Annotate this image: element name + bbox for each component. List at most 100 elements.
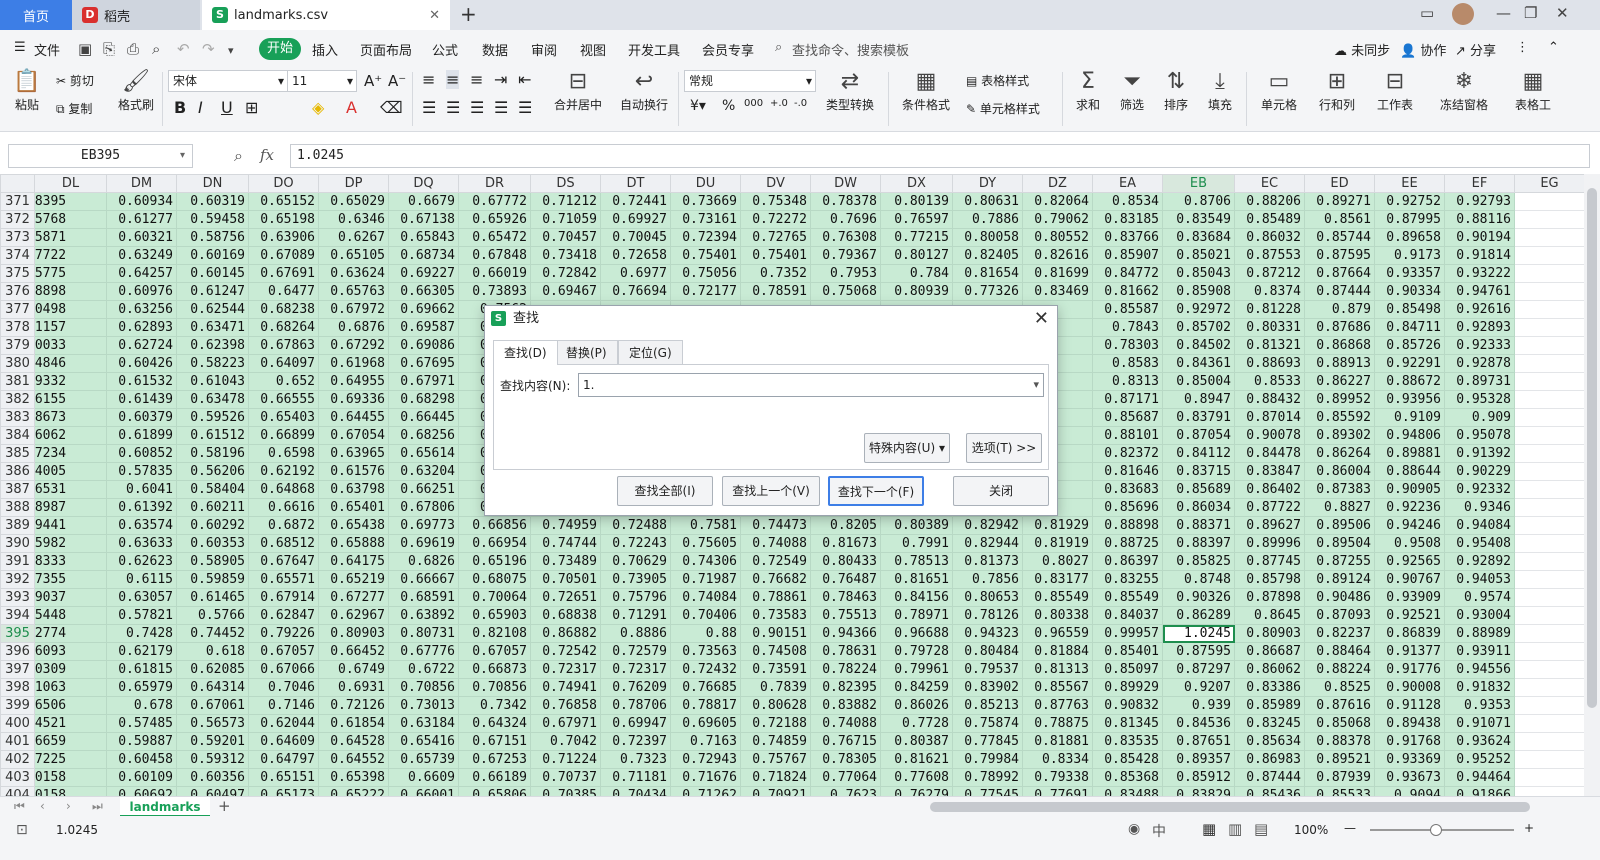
grid-cell[interactable]: 0.67292	[318, 336, 389, 355]
align-bottom-icon[interactable]: ≡	[470, 70, 483, 89]
grid-cell[interactable]: 0.77215	[880, 228, 953, 247]
grid-cell[interactable]: 0.652	[248, 372, 319, 391]
grid-cell[interactable]: 0.90194	[1444, 228, 1515, 247]
grid-cell[interactable]: 0.67151	[458, 732, 531, 751]
grid-cell[interactable]	[1514, 228, 1585, 247]
grid-cell[interactable]: 50309	[34, 660, 107, 679]
grid-cell[interactable]: 0.86004	[1304, 462, 1375, 481]
row-header[interactable]: 395	[0, 624, 35, 643]
grid-cell[interactable]: 55871	[34, 228, 107, 247]
grid-cell[interactable]: 50498	[34, 300, 107, 319]
grid-cell[interactable]: 0.65196	[458, 552, 531, 571]
grid-cell[interactable]: 0.88	[670, 624, 741, 643]
grid-cell[interactable]: 0.85401	[1092, 642, 1163, 661]
grid-cell[interactable]: 0.618	[176, 642, 249, 661]
grid-cell[interactable]: 0.82372	[1092, 444, 1163, 463]
row-header[interactable]: 397	[0, 660, 35, 679]
cell-style-button[interactable]: ✎ 单元格样式	[966, 100, 1040, 117]
paste-button[interactable]: 📋 粘贴	[10, 68, 44, 113]
grid-cell[interactable]: 0.94464	[1444, 768, 1515, 787]
grid-cell[interactable]: 0.64257	[106, 264, 177, 283]
grid-cell[interactable]: 0.90229	[1444, 462, 1515, 481]
grid-cell[interactable]: 0.81313	[1022, 660, 1093, 679]
menu-start[interactable]: 开始	[259, 38, 301, 60]
grid-cell[interactable]: 0.85489	[1234, 210, 1305, 229]
chevron-down-icon[interactable]: ▾	[180, 150, 185, 161]
grid-cell[interactable]: 0.71224	[530, 750, 601, 769]
grid-cell[interactable]	[1514, 210, 1585, 229]
grid-cell[interactable]: 0.87995	[1374, 210, 1445, 229]
grid-cell[interactable]: 0.64552	[318, 750, 389, 769]
grid-cell[interactable]: 0.73418	[530, 246, 601, 265]
grid-cell[interactable]: 57355	[34, 570, 107, 589]
grid-cell[interactable]: 0.84478	[1234, 444, 1305, 463]
grid-cell[interactable]: 0.80331	[1234, 318, 1305, 337]
grid-cell[interactable]: 0.60976	[106, 282, 177, 301]
grid-cell[interactable]	[1514, 336, 1585, 355]
grid-cell[interactable]: 0.85004	[1162, 372, 1235, 391]
grid-cell[interactable]	[1514, 282, 1585, 301]
grid-cell[interactable]: 0.62623	[106, 552, 177, 571]
grid-cell[interactable]: 0.62085	[176, 660, 249, 679]
grid-cell[interactable]: 0.87212	[1234, 264, 1305, 283]
grid-cell[interactable]: 54005	[34, 462, 107, 481]
grid-cell[interactable]: 0.84112	[1162, 444, 1235, 463]
grid-cell[interactable]: 54521	[34, 714, 107, 733]
grid-cell[interactable]: 0.61512	[176, 426, 249, 445]
grid-cell[interactable]: 0.72394	[670, 228, 741, 247]
export-icon[interactable]: ⎘	[103, 40, 115, 58]
align-left-icon[interactable]: ☰	[422, 98, 436, 117]
grid-cell[interactable]: 0.85213	[952, 696, 1023, 715]
grid-cell[interactable]: 58333	[34, 552, 107, 571]
grid-cell[interactable]	[1514, 372, 1585, 391]
grid-cell[interactable]	[1514, 516, 1585, 535]
grid-cell[interactable]: 0.879	[1304, 300, 1375, 319]
grid-cell[interactable]: 0.88432	[1234, 390, 1305, 409]
grid-cell[interactable]: 0.82108	[458, 624, 531, 643]
grid-cell[interactable]: 0.83766	[1092, 228, 1163, 247]
grid-cell[interactable]: 0.66445	[388, 408, 459, 427]
row-header[interactable]: 378	[0, 318, 35, 337]
grid-cell[interactable]: 0.64324	[458, 714, 531, 733]
grid-cell[interactable]: 0.69605	[670, 714, 741, 733]
grid-cell[interactable]: 0.77326	[952, 282, 1023, 301]
grid-cell[interactable]: 0.784	[880, 264, 953, 283]
grid-cell[interactable]: 0.70501	[530, 570, 601, 589]
grid-cell[interactable]: 0.80731	[388, 624, 459, 643]
restore-icon[interactable]: ❐	[1524, 4, 1537, 22]
grid-cell[interactable]: 0.65152	[248, 192, 319, 211]
row-header[interactable]: 392	[0, 570, 35, 589]
grid-cell[interactable]: 0.80389	[880, 516, 953, 535]
grid-cell[interactable]: 0.6267	[318, 228, 389, 247]
grid-cell[interactable]: 0.84156	[880, 588, 953, 607]
grid-cell[interactable]: 0.59201	[176, 732, 249, 751]
column-header[interactable]: DP	[318, 174, 389, 193]
grid-cell[interactable]: 0.88898	[1092, 516, 1163, 535]
wrap-text-button[interactable]: ↩ 自动换行	[616, 68, 672, 113]
grid-cell[interactable]: 0.70856	[458, 678, 531, 697]
grid-cell[interactable]: 0.6679	[388, 192, 459, 211]
grid-cell[interactable]: 0.82064	[1022, 192, 1093, 211]
grid-cell[interactable]: 0.67695	[388, 354, 459, 373]
column-header[interactable]: EB	[1162, 174, 1235, 193]
distribute-icon[interactable]: ☰	[518, 98, 532, 117]
grid-cell[interactable]: 0.88693	[1234, 354, 1305, 373]
grid-cell[interactable]: 0.6722	[388, 660, 459, 679]
new-tab-icon[interactable]: +	[460, 2, 477, 26]
grid-cell[interactable]: 0.89881	[1374, 444, 1445, 463]
grid-cell[interactable]: 0.80484	[952, 642, 1023, 661]
grid-cell[interactable]: 0.85587	[1092, 300, 1163, 319]
grid-cell[interactable]: 0.69927	[600, 210, 671, 229]
grid-cell[interactable]: 0.87763	[1022, 696, 1093, 715]
grid-cell[interactable]	[1514, 462, 1585, 481]
grid-cell[interactable]: 0.69227	[388, 264, 459, 283]
grid-cell[interactable]: 0.72317	[530, 660, 601, 679]
grid-cell[interactable]	[1514, 300, 1585, 319]
font-name-select[interactable]: 宋体 ▾	[168, 70, 288, 92]
grid-cell[interactable]: 0.67776	[388, 642, 459, 661]
grid-cell[interactable]: 0.88397	[1162, 534, 1235, 553]
grid-cell[interactable]: 0.8027	[1022, 552, 1093, 571]
row-header[interactable]: 400	[0, 714, 35, 733]
row-header[interactable]: 375	[0, 264, 35, 283]
first-sheet-icon[interactable]: ⏮	[14, 799, 25, 814]
